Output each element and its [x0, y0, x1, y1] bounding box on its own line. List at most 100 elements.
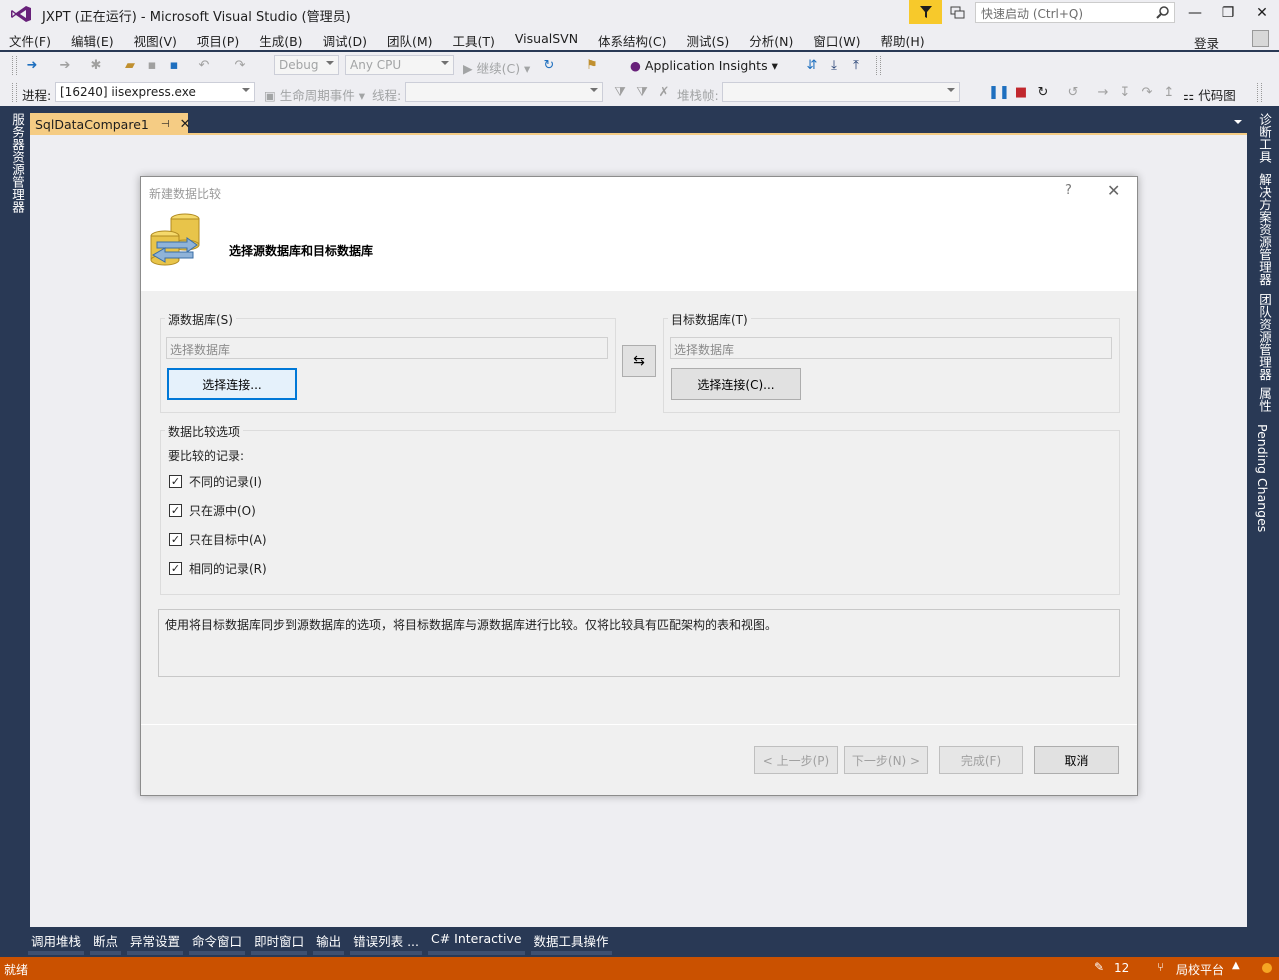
previous-button[interactable]: < 上一步(P): [754, 746, 838, 774]
chevron-up-icon[interactable]: ▲: [1232, 960, 1240, 971]
menu-architecture[interactable]: 体系结构(C): [598, 28, 666, 50]
flag-threads-icon[interactable]: ✗: [656, 84, 672, 100]
back-icon[interactable]: ➜: [24, 57, 40, 73]
configuration-select[interactable]: Debug: [274, 55, 339, 75]
csharp-interactive-tab[interactable]: C# Interactive: [428, 927, 525, 955]
new-project-icon[interactable]: ✱: [88, 57, 104, 73]
finish-button[interactable]: 完成(F): [939, 746, 1023, 774]
feedback-filter-icon[interactable]: [909, 0, 942, 24]
lifecycle-events-button[interactable]: ▣ 生命周期事件 ▾: [264, 85, 365, 104]
thread-select[interactable]: [405, 82, 603, 102]
call-stack-tab[interactable]: 调用堆栈: [28, 927, 85, 955]
save-icon[interactable]: ▪: [144, 57, 160, 73]
undo-icon[interactable]: ↶: [196, 57, 212, 73]
publish-icon[interactable]: ⇵: [804, 57, 820, 73]
branch-name[interactable]: 局校平台: [1176, 961, 1224, 978]
menu-team[interactable]: 团队(M): [387, 28, 433, 50]
hot-reload-icon[interactable]: ↺: [1065, 84, 1081, 100]
source-select-connection-button[interactable]: 选择连接...: [167, 368, 297, 400]
save-all-icon[interactable]: ▪: [166, 57, 182, 73]
code-map-label: 代码图: [1198, 88, 1236, 103]
menu-help[interactable]: 帮助(H): [880, 28, 924, 50]
redo-icon[interactable]: ↷: [232, 57, 248, 73]
restore-button[interactable]: ❐: [1211, 0, 1245, 26]
pending-edits-count[interactable]: 12: [1114, 961, 1129, 975]
menu-build[interactable]: 生成(B): [259, 28, 302, 50]
dialog-close-button[interactable]: ✕: [1107, 181, 1120, 200]
cancel-button[interactable]: 取消: [1034, 746, 1119, 774]
stop-debugging-icon[interactable]: ■: [1013, 84, 1029, 100]
pending-changes-tab[interactable]: Pending Changes: [1255, 424, 1270, 532]
restart-icon[interactable]: ↻: [1035, 84, 1051, 100]
download-icon[interactable]: ⤓: [826, 57, 842, 73]
step-over-icon[interactable]: ↷: [1139, 84, 1155, 100]
platform-select[interactable]: Any CPU: [345, 55, 454, 75]
target-database-field[interactable]: 选择数据库: [670, 337, 1112, 359]
document-tab[interactable]: SqlDataCompare1 ⊣ ✕: [30, 113, 191, 135]
toolbar-grip[interactable]: [876, 56, 881, 75]
menu-test[interactable]: 测试(S): [687, 28, 730, 50]
team-explorer-tab[interactable]: 团队资源管理器: [1255, 293, 1274, 381]
close-window-button[interactable]: ✕: [1245, 0, 1279, 26]
document-tab-strip: [30, 109, 1247, 135]
minimize-button[interactable]: —: [1178, 0, 1212, 26]
server-explorer-tab[interactable]: 服务器资源管理器: [8, 113, 27, 213]
show-next-statement-icon[interactable]: →: [1095, 84, 1111, 100]
notification-icon[interactable]: [946, 3, 968, 23]
quick-launch-input[interactable]: 快速启动 (Ctrl+Q): [975, 2, 1175, 23]
browser-link-icon[interactable]: ⚑: [584, 57, 600, 73]
swap-databases-button[interactable]: ⇆: [622, 345, 656, 377]
toolbar-grip[interactable]: [12, 56, 17, 75]
step-into-icon[interactable]: ↧: [1117, 84, 1133, 100]
diagnostic-tools-tab[interactable]: 诊断工具: [1255, 113, 1274, 163]
menu-view[interactable]: 视图(V): [134, 28, 177, 50]
immediate-window-tab[interactable]: 即时窗口: [251, 927, 308, 955]
menu-file[interactable]: 文件(F): [9, 28, 51, 50]
notification-badge[interactable]: [1262, 963, 1272, 973]
identical-records-checkbox[interactable]: ✓ 相同的记录(R): [169, 560, 267, 577]
menu-window[interactable]: 窗口(W): [813, 28, 860, 50]
upload-icon[interactable]: ⤒: [848, 57, 864, 73]
error-list-tab[interactable]: 错误列表 ...: [350, 927, 422, 955]
command-window-tab[interactable]: 命令窗口: [189, 927, 246, 955]
different-records-checkbox[interactable]: ✓ 不同的记录(I): [169, 473, 262, 490]
tab-overflow-chevron-down-icon[interactable]: [1234, 120, 1242, 124]
only-in-target-checkbox[interactable]: ✓ 只在目标中(A): [169, 531, 267, 548]
data-tools-operations-tab[interactable]: 数据工具操作: [530, 927, 612, 955]
continue-button[interactable]: ▶ 继续(C) ▾: [463, 58, 530, 77]
output-tab[interactable]: 输出: [313, 927, 345, 955]
menu-edit[interactable]: 编辑(E): [71, 28, 114, 50]
source-database-field[interactable]: 选择数据库: [166, 337, 608, 359]
break-all-icon[interactable]: ❚❚: [988, 84, 1010, 100]
process-select[interactable]: [16240] iisexpress.exe: [55, 82, 255, 102]
next-button[interactable]: 下一步(N) >: [844, 746, 928, 774]
open-file-icon[interactable]: ▰: [122, 57, 138, 73]
breakpoints-tab[interactable]: 断点: [90, 927, 122, 955]
help-button[interactable]: ?: [1065, 183, 1072, 198]
menu-tools[interactable]: 工具(T): [453, 28, 495, 50]
target-select-connection-button[interactable]: 选择连接(C)...: [671, 368, 801, 400]
toolbar-grip[interactable]: [1257, 83, 1262, 102]
menu-debug[interactable]: 调试(D): [323, 28, 367, 50]
properties-tab[interactable]: 属性: [1255, 387, 1274, 412]
menu-visualsvn[interactable]: VisualSVN: [515, 28, 578, 50]
stack-frame-select[interactable]: [722, 82, 960, 102]
application-insights-button[interactable]: ● Application Insights ▾: [630, 58, 778, 73]
step-out-icon[interactable]: ↥: [1161, 84, 1177, 100]
account-avatar[interactable]: [1252, 30, 1269, 47]
exception-settings-tab[interactable]: 异常设置: [127, 927, 184, 955]
forward-icon[interactable]: ➔: [57, 57, 73, 73]
refresh-icon[interactable]: ↻: [541, 57, 557, 73]
pin-tab-icon[interactable]: ⊣: [161, 119, 170, 130]
menu-analyze[interactable]: 分析(N): [749, 28, 793, 50]
close-tab-icon[interactable]: ✕: [180, 117, 191, 132]
only-in-source-checkbox[interactable]: ✓ 只在源中(O): [169, 502, 256, 519]
solution-explorer-tab[interactable]: 解决方案资源管理器: [1255, 173, 1274, 286]
filter-threads-icon[interactable]: ⧩: [612, 84, 628, 100]
dialog-header: 新建数据比较 ? ✕ 选择源数据库和目标数据库: [141, 177, 1137, 291]
menu-project[interactable]: 项目(P): [197, 28, 239, 50]
code-map-button[interactable]: ⚏ 代码图: [1183, 85, 1236, 104]
clear-filter-icon[interactable]: ⧩: [634, 84, 650, 100]
toolbar-grip[interactable]: [12, 83, 17, 102]
login-link[interactable]: 登录: [1194, 33, 1219, 52]
